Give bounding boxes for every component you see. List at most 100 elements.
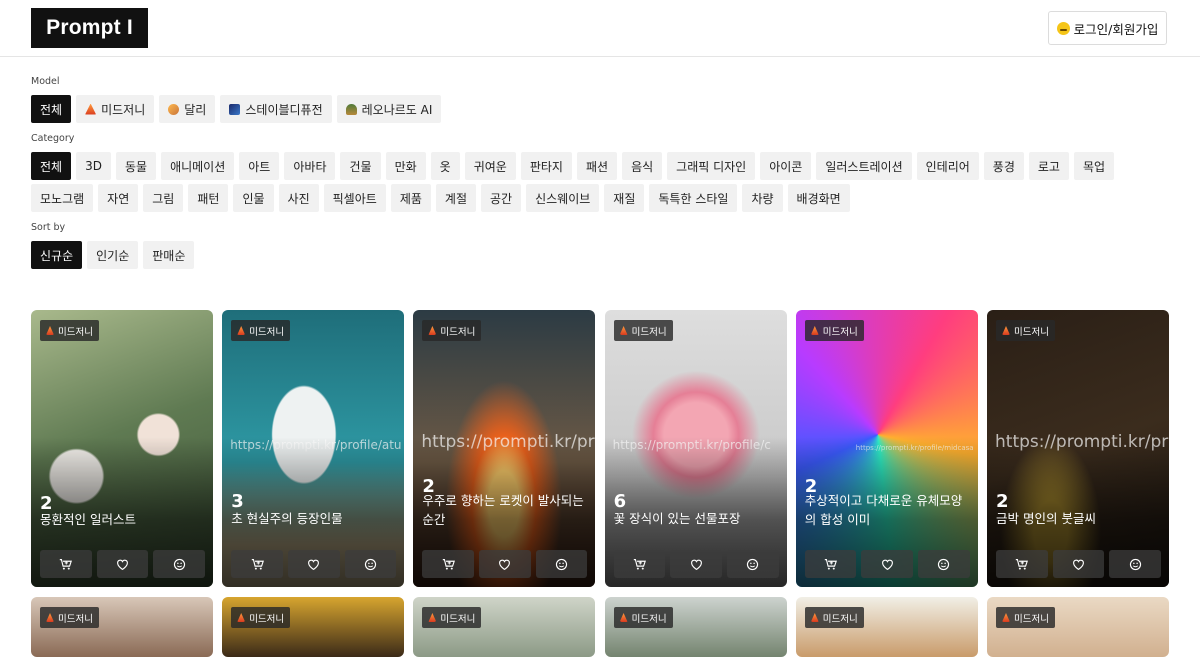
category-chip[interactable]: 만화 <box>385 152 426 180</box>
category-chip[interactable]: 아바타 <box>284 152 336 180</box>
model-chip-label: 스테이블디퓨전 <box>245 102 323 117</box>
category-chip[interactable]: 아이콘 <box>760 152 812 180</box>
category-chip[interactable]: 인테리어 <box>916 152 979 180</box>
category-chip[interactable]: 그림 <box>143 184 184 212</box>
category-chip[interactable]: 로고 <box>1028 152 1069 180</box>
card-title: 추상적이고 다채로운 유체모양의 합성 이미 <box>804 493 963 527</box>
sort-chip[interactable]: 인기순 <box>87 241 139 269</box>
cart-button[interactable] <box>613 550 666 578</box>
category-chip[interactable]: 픽셀아트 <box>323 184 386 212</box>
heart-icon <box>881 558 894 571</box>
heart-button[interactable] <box>479 550 531 578</box>
prompt-card[interactable]: 미드저니 2 몽환적인 일러스트 <box>31 310 213 587</box>
model-chip[interactable]: 스테이블디퓨전 <box>220 95 332 123</box>
model-badge: 미드저니 <box>996 320 1055 341</box>
heart-button[interactable] <box>287 550 340 578</box>
sort-chip[interactable]: 신규순 <box>31 241 83 269</box>
prompt-card[interactable]: https://prompti.kr/profile/atu미드저니3초 현실주… <box>222 310 405 587</box>
category-chips: 전체 3D 동물 애니메이션 아트 아바타 건물 만화 옷 귀여운 판타지 패션 음식 그래픽 디자인 아이… <box>31 152 1151 212</box>
smile-button[interactable] <box>726 550 779 578</box>
category-chip[interactable]: 그래픽 디자인 <box>667 152 756 180</box>
prompt-card[interactable]: 미드저니 <box>795 597 978 657</box>
model-chip[interactable]: 레오나르도 AI <box>336 95 442 123</box>
prompt-card[interactable]: 미드저니 <box>31 597 213 657</box>
heart-button[interactable] <box>861 550 914 578</box>
model-chip[interactable]: 달리 <box>159 95 216 123</box>
category-chip[interactable]: 사진 <box>278 184 319 212</box>
smiley-icon <box>1056 21 1070 35</box>
category-chip[interactable]: 모노그램 <box>31 184 94 212</box>
cart-button[interactable] <box>996 550 1048 578</box>
model-chip[interactable]: 전체 <box>31 95 72 123</box>
heart-button[interactable] <box>96 550 149 578</box>
category-chip[interactable]: 목업 <box>1073 152 1115 180</box>
category-chip[interactable]: 자연 <box>98 184 139 212</box>
midjourney-icon <box>1002 613 1010 622</box>
category-label: Category <box>31 133 75 144</box>
login-button[interactable]: 로그인/회원가입 <box>1048 11 1167 45</box>
category-chip[interactable]: 옷 <box>430 152 460 180</box>
prompt-card[interactable]: 미드저니 <box>222 597 405 657</box>
heart-icon <box>307 558 320 571</box>
model-chip[interactable]: 미드저니 <box>76 95 155 123</box>
site-logo[interactable]: Prompt I <box>31 8 148 48</box>
category-chip[interactable]: 일러스트레이션 <box>816 152 912 180</box>
category-chip[interactable]: 전체 <box>31 152 72 180</box>
midjourney-icon <box>46 326 54 335</box>
model-badge-label: 미드저니 <box>58 326 93 338</box>
heart-button[interactable] <box>670 550 722 578</box>
category-chip[interactable]: 귀여운 <box>464 152 516 180</box>
category-chip[interactable]: 독특한 스타일 <box>649 184 738 212</box>
category-chip[interactable]: 재질 <box>604 184 645 212</box>
cart-button[interactable] <box>231 550 283 578</box>
model-badge-label: 미드저니 <box>822 326 858 338</box>
prompt-card[interactable]: https://prompti.kr/pr미드저니2우주로 향하는 로켓이 발사… <box>413 310 596 587</box>
category-chip[interactable]: 3D <box>76 152 111 180</box>
heart-button[interactable] <box>1052 550 1105 578</box>
category-chip[interactable]: 풍경 <box>983 152 1024 180</box>
category-chip[interactable]: 계절 <box>435 184 476 212</box>
prompt-card[interactable]: https://prompti.kr/profile/c미드저니6꽃 장식이 있… <box>604 310 787 587</box>
category-chip[interactable]: 인물 <box>233 184 274 212</box>
heart-icon <box>498 558 511 571</box>
category-chip[interactable]: 제품 <box>390 184 431 212</box>
cart-button[interactable] <box>804 550 857 578</box>
prompt-card[interactable]: 미드저니 <box>413 597 596 657</box>
category-chip[interactable]: 패션 <box>576 152 618 180</box>
smile-button[interactable] <box>153 550 206 578</box>
category-chip[interactable]: 동물 <box>115 152 157 180</box>
midjourney-icon <box>428 326 437 335</box>
cart-button[interactable] <box>40 550 92 578</box>
category-chip[interactable]: 아트 <box>239 152 280 180</box>
midjourney-icon <box>237 326 246 335</box>
category-chip[interactable]: 신스웨이브 <box>526 184 600 212</box>
category-chip[interactable]: 패턴 <box>188 184 229 212</box>
model-badge-label: 미드저니 <box>249 613 285 625</box>
cart-button[interactable] <box>422 550 475 578</box>
category-chip[interactable]: 공간 <box>481 184 522 212</box>
model-chip-label: 레오나르도 AI <box>361 102 433 117</box>
smile-button[interactable] <box>535 550 588 578</box>
smile-button[interactable] <box>918 550 970 578</box>
heart-icon <box>1072 558 1085 571</box>
smile-button[interactable] <box>344 550 397 578</box>
category-chip[interactable]: 판타지 <box>520 152 572 180</box>
smile-button[interactable] <box>1109 550 1162 578</box>
model-badge-label: 미드저니 <box>249 326 285 338</box>
category-chip[interactable]: 음식 <box>622 152 663 180</box>
category-chip[interactable]: 차량 <box>742 184 783 212</box>
prompt-card[interactable]: 미드저니 <box>987 597 1169 657</box>
prompt-card[interactable]: 미드저니 <box>604 597 787 657</box>
category-chip[interactable]: 건물 <box>340 152 381 180</box>
model-chip-label: 달리 <box>184 102 207 117</box>
category-chip[interactable]: 배경화면 <box>787 184 850 212</box>
prompt-card[interactable]: https://prompti.kr/pr미드저니2금박 명인의 붓글씨 <box>987 310 1169 587</box>
prompt-card[interactable]: https://prompti.kr/profile/midcasa미드저니2추… <box>795 310 978 587</box>
midjourney-icon <box>619 326 628 335</box>
sort-chip[interactable]: 판매순 <box>143 241 195 269</box>
model-badge: 미드저니 <box>804 320 864 341</box>
model-badge: 미드저니 <box>613 607 673 628</box>
category-chip[interactable]: 애니메이션 <box>161 152 235 180</box>
midjourney-icon <box>810 613 819 622</box>
card-actions <box>613 550 779 578</box>
